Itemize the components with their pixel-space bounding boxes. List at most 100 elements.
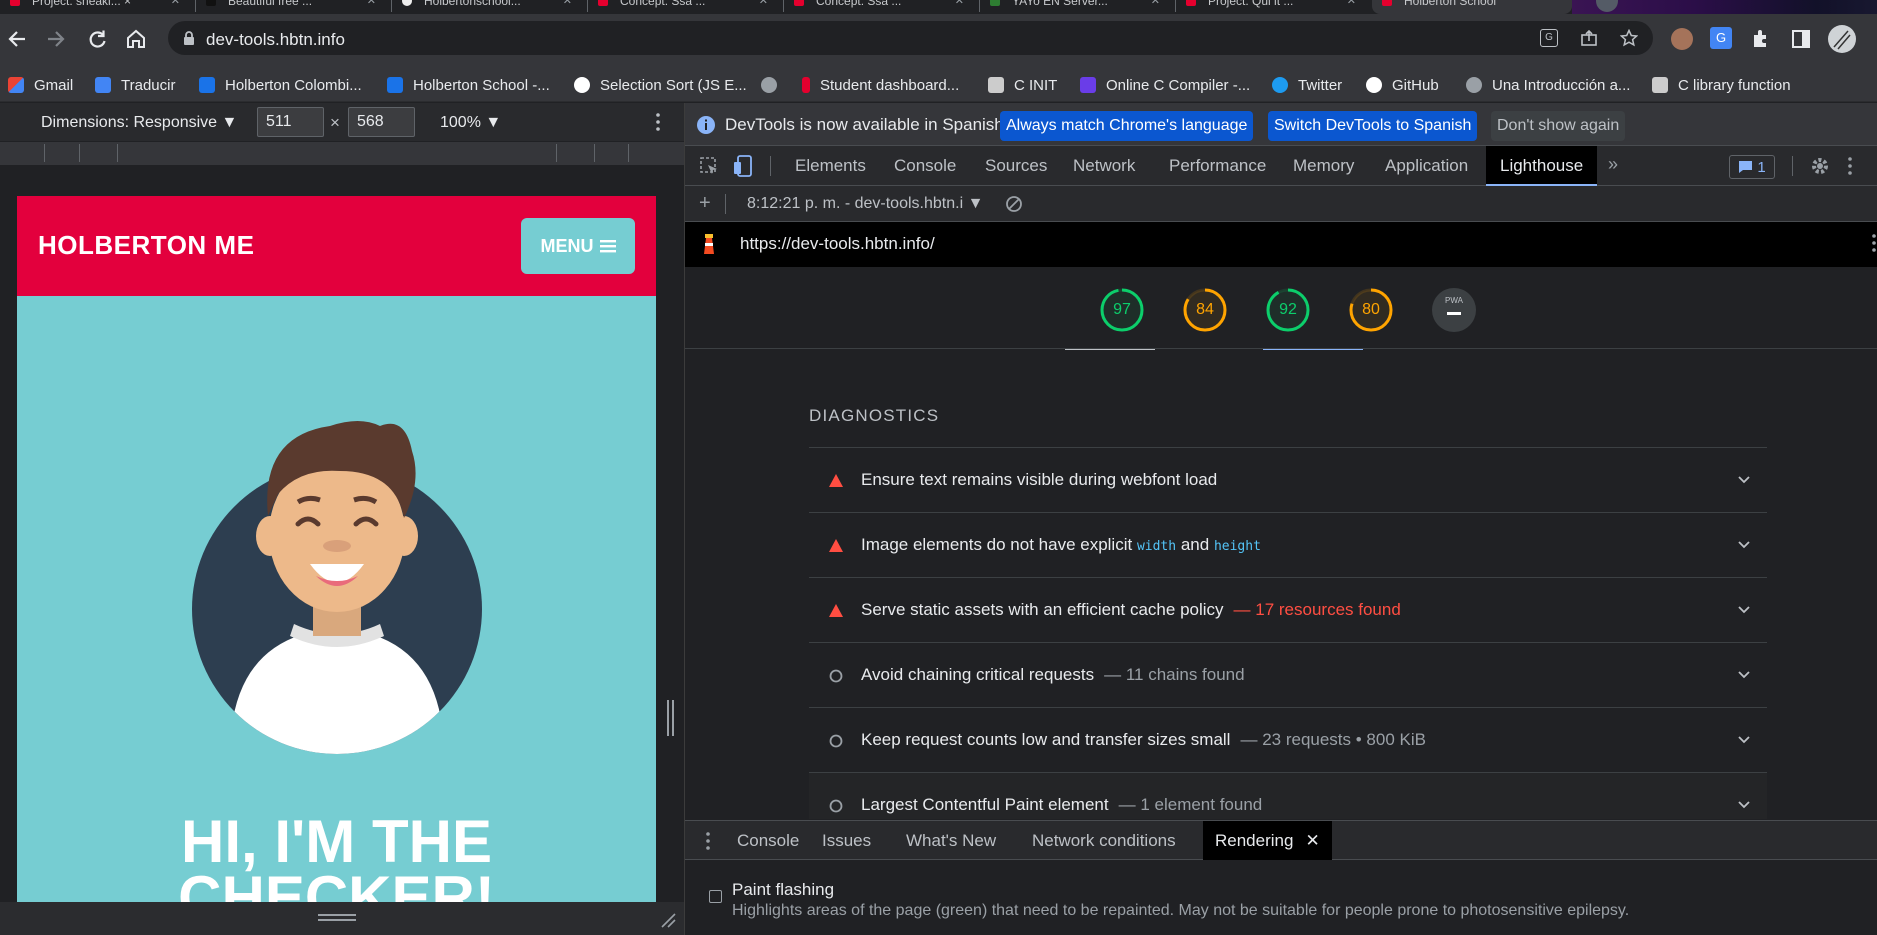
height-input[interactable]: 568 <box>348 107 415 137</box>
audit-item[interactable]: Image elements do not have explicit widt… <box>809 512 1767 577</box>
bookmark-selection-sort[interactable]: Selection Sort (JS E... <box>574 75 747 95</box>
bookmark-student-dashboard[interactable]: Student dashboard... <box>802 75 959 95</box>
browser-tab[interactable]: YAYo EN Server... ✕ <box>980 0 1176 14</box>
always-match-language-button[interactable]: Always match Chrome's language <box>1000 111 1254 141</box>
close-icon[interactable]: ✕ <box>171 0 180 7</box>
bookmark-c-library[interactable]: C library function <box>1652 75 1791 95</box>
hero-title: HI, I'M THE CHECKER! <box>178 808 495 906</box>
tab-console[interactable]: Console <box>894 146 956 186</box>
audit-item[interactable]: Largest Contentful Paint element — 1 elem… <box>809 772 1767 819</box>
bookmark-label: Online C Compiler -... <box>1106 76 1251 94</box>
tab-network[interactable]: Network <box>1073 146 1135 186</box>
menu-button[interactable]: MENU <box>521 218 635 274</box>
bookmark-gmail[interactable]: Gmail <box>8 75 73 95</box>
bookmark-holberton-colombia[interactable]: Holberton Colombi... <box>199 75 362 95</box>
close-icon[interactable]: ✕ <box>1305 831 1319 850</box>
report-menu-icon[interactable] <box>1872 234 1876 252</box>
gauge-accessibility[interactable]: 84 <box>1182 287 1228 333</box>
home-button[interactable] <box>125 28 147 50</box>
zoom-dropdown[interactable]: 100% ▼ <box>440 114 501 132</box>
site-logo[interactable]: HOLBERTON ME <box>38 230 254 261</box>
drawer-tab-console[interactable]: Console <box>737 821 799 860</box>
translate-icon[interactable]: G <box>1540 29 1558 47</box>
tab-lighthouse[interactable]: Lighthouse <box>1486 146 1598 186</box>
gauge-performance[interactable]: 97 <box>1099 287 1145 333</box>
browser-tab[interactable]: Project: Qui it ... ✕ <box>1176 0 1372 14</box>
tab-application[interactable]: Application <box>1385 146 1468 186</box>
dont-show-again-button[interactable]: Don't show again <box>1491 111 1626 141</box>
close-icon[interactable]: ✕ <box>1347 0 1356 7</box>
bookmark-c-init[interactable]: C INIT <box>988 75 1057 95</box>
device-toggle-icon[interactable] <box>733 155 753 177</box>
browser-tab[interactable]: Concept: Ssa ... ✕ <box>588 0 784 14</box>
width-input[interactable]: 511 <box>257 107 324 137</box>
close-icon[interactable]: ✕ <box>1151 0 1160 7</box>
pwa-label: PWA <box>1445 296 1463 305</box>
settings-gear-icon[interactable] <box>1810 156 1830 176</box>
viewport-resize-handle[interactable] <box>667 700 675 736</box>
bookmark-label: Una Introducción a... <box>1492 76 1631 94</box>
bookmark-una-introduccion[interactable]: Una Introducción a... <box>1466 75 1630 95</box>
report-selector[interactable]: 8:12:21 p. m. - dev-tools.hbtn.i ▼ <box>747 195 983 213</box>
close-icon[interactable]: ✕ <box>759 0 768 7</box>
paint-flashing-label[interactable]: Paint flashing <box>732 880 834 900</box>
address-bar[interactable]: dev-tools.hbtn.info G <box>168 21 1653 55</box>
gauge-pwa[interactable]: PWA <box>1431 287 1477 333</box>
audited-url[interactable]: https://dev-tools.hbtn.info/ <box>740 234 935 254</box>
more-tabs-icon[interactable]: » <box>1608 154 1618 175</box>
audit-item[interactable]: Serve static assets with an efficient ca… <box>809 577 1767 642</box>
google-translate-extension-icon[interactable]: G <box>1710 27 1732 49</box>
browser-tab[interactable]: Holbertonschool... ✕ <box>392 0 588 14</box>
switch-to-spanish-button[interactable]: Switch DevTools to Spanish <box>1268 111 1478 141</box>
gauge-seo[interactable]: 80 <box>1348 287 1394 333</box>
clear-all-icon[interactable] <box>1005 195 1023 213</box>
close-icon[interactable]: ✕ <box>563 0 572 7</box>
side-panel-icon[interactable] <box>1790 28 1812 50</box>
drawer-tab-rendering[interactable]: Rendering ✕ <box>1203 821 1332 860</box>
bottom-resize-bar[interactable] <box>0 902 684 935</box>
audit-item[interactable]: Keep request counts low and transfer siz… <box>809 707 1767 772</box>
back-button[interactable] <box>6 28 28 50</box>
tab-performance[interactable]: Performance <box>1169 146 1266 186</box>
bookmark-holberton-school[interactable]: Holberton School -... <box>387 75 550 95</box>
bookmark-globe[interactable] <box>761 75 787 95</box>
drawer-tab-issues[interactable]: Issues <box>822 821 871 860</box>
issues-counter-button[interactable]: 1 <box>1729 155 1775 179</box>
profile-avatar[interactable] <box>1828 25 1856 53</box>
dimensions-dropdown[interactable]: Dimensions: Responsive ▼ <box>41 114 237 132</box>
browser-tab-active[interactable]: Holberton School <box>1372 0 1572 14</box>
close-icon[interactable]: ✕ <box>955 0 964 7</box>
bookmark-traducir[interactable]: Traducir <box>95 75 175 95</box>
paint-flashing-checkbox[interactable] <box>709 890 722 903</box>
close-icon[interactable]: ✕ <box>367 0 376 7</box>
browser-tab[interactable]: Project: sneaki... × ✕ <box>0 0 196 14</box>
share-icon[interactable] <box>1580 29 1598 47</box>
tab-memory[interactable]: Memory <box>1293 146 1354 186</box>
new-report-icon[interactable]: + <box>699 192 711 215</box>
holberton-favicon-icon <box>598 0 608 6</box>
more-options-icon[interactable] <box>656 113 660 131</box>
extension-avatar-icon[interactable] <box>1671 28 1693 50</box>
bookmark-github[interactable]: GitHub <box>1366 75 1439 95</box>
gauge-best-practices[interactable]: 92 <box>1265 287 1311 333</box>
drawer-menu-icon[interactable] <box>706 832 710 850</box>
browser-tab[interactable]: Concept: Ssa ... ✕ <box>784 0 980 14</box>
media-query-bar[interactable] <box>0 141 684 165</box>
audit-item[interactable]: Ensure text remains visible during webfo… <box>809 447 1767 512</box>
browser-tab[interactable]: Beautiful free ... ✕ <box>196 0 392 14</box>
new-tab-button[interactable] <box>1596 0 1618 12</box>
drawer-tab-network-conditions[interactable]: Network conditions <box>1032 821 1176 860</box>
audit-item[interactable]: Avoid chaining critical requests — 11 cha… <box>809 642 1767 707</box>
drawer-tab-whats-new[interactable]: What's New <box>906 821 996 860</box>
inspect-element-icon[interactable] <box>699 156 719 176</box>
customize-menu-icon[interactable] <box>1848 157 1852 175</box>
reload-button[interactable] <box>86 28 108 50</box>
tab-sources[interactable]: Sources <box>985 146 1047 186</box>
bookmark-online-c-compiler[interactable]: Online C Compiler -... <box>1080 75 1250 95</box>
tab-elements[interactable]: Elements <box>795 146 866 186</box>
url-text[interactable]: dev-tools.hbtn.info <box>206 30 345 50</box>
puzzle-extensions-icon[interactable] <box>1750 28 1772 50</box>
bookmark-twitter[interactable]: Twitter <box>1272 75 1342 95</box>
bookmark-star-icon[interactable] <box>1620 29 1638 47</box>
forward-button[interactable] <box>45 28 67 50</box>
